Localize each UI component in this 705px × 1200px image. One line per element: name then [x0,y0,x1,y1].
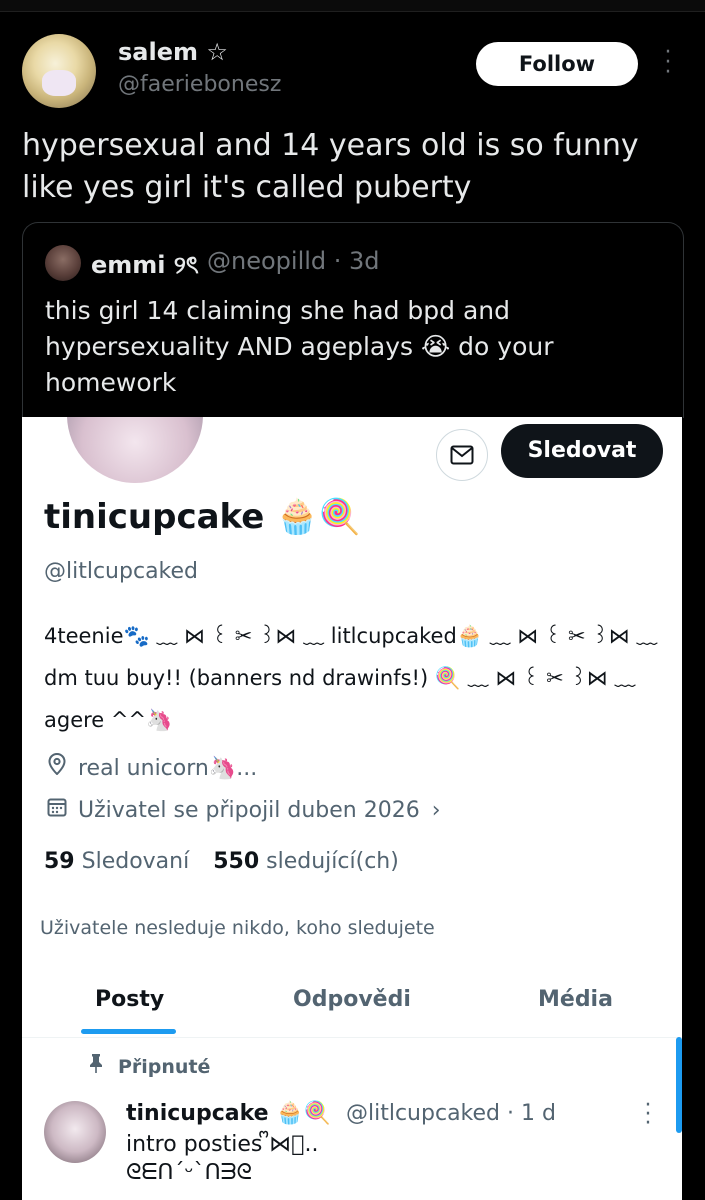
calendar-icon [46,797,68,823]
followers-count: 550 [213,849,260,874]
following-link[interactable]: 59 Sledovaní [44,849,189,874]
profile-handle: @litlcupcaked [44,559,198,584]
chevron-right-icon: › [431,798,441,823]
location-pin-icon [46,752,68,781]
top-status-strip [0,0,705,12]
pin-icon [88,1053,104,1078]
profile-joined-text: Uživatel se připojil duben 2026 [78,798,420,823]
quoted-profile-screenshot: Sledovat tinicupcake 🧁🍭 @litlcupcaked 4t… [22,417,682,1200]
quote-text: this girl 14 claiming she had bpd and hy… [45,296,554,397]
quote-author-handle: @neopilld · 3d [207,247,380,275]
profile-joined[interactable]: Uživatel se připojil duben 2026 › [46,797,441,823]
followers-link[interactable]: 550 sledující(ch) [213,849,399,874]
tab-posty[interactable]: Posty [95,977,164,1037]
scrollbar[interactable] [676,1037,682,1133]
profile-stats: 59 Sledovaní 550 sledující(ch) [44,849,399,874]
author-avatar[interactable] [22,34,96,108]
post-more-icon[interactable]: · · · [642,1095,654,1135]
profile-name: tinicupcake 🧁🍭 [44,497,361,537]
follow-button[interactable]: Follow [476,42,638,86]
following-count: 59 [44,849,75,874]
profile-follow-button[interactable]: Sledovat [501,424,663,478]
mail-icon [450,445,474,465]
profile-location-text: real unicorn🦄... [78,756,258,781]
post-avatar[interactable] [44,1101,106,1163]
author-name[interactable]: salem ☆ [118,38,228,66]
quote-avatar[interactable] [45,245,81,281]
message-button[interactable] [436,429,488,481]
tab-media[interactable]: Média [538,977,613,1037]
followers-label: sledující(ch) [266,849,399,874]
pinned-text: Připnuté [118,1056,211,1078]
quoted-tweet[interactable]: emmi ୨ৎ @neopilld · 3d this girl 14 clai… [22,222,684,418]
following-label: Sledovaní [81,849,190,874]
profile-avatar [67,417,203,483]
profile-bio: 4teenie🐾 ﹏ ⋈ ꒰ ✂ ꒱⋈ ﹏ litlcupcaked🧁 ﹏ ⋈ … [44,624,658,732]
profile-tabs: Posty Odpovědi Média [22,977,682,1038]
tab-odpovedi[interactable]: Odpovědi [293,977,411,1037]
author-handle[interactable]: @faeriebonesz [118,72,281,97]
tweet-text: hypersexual and 14 years old is so funny… [22,128,639,205]
quote-author-name: emmi ୨ৎ [91,251,199,279]
profile-location: real unicorn🦄... [46,752,258,781]
followed-by-note: Uživatele nesleduje nikdo, koho sledujet… [40,917,435,939]
more-vertical-icon[interactable]: · · · [658,42,678,84]
post-author-handle[interactable]: @litlcupcaked · 1 d [346,1101,556,1126]
pinned-label: Připnuté [88,1053,210,1078]
post-author-name[interactable]: tinicupcake 🧁🍭 [126,1101,331,1126]
post-text: intro posties ᩚ⋈ᩚ.. ᘓᗴᑎ´ᵕ`ᑎᗱᘓ [126,1132,319,1185]
active-tab-indicator [81,1029,176,1034]
